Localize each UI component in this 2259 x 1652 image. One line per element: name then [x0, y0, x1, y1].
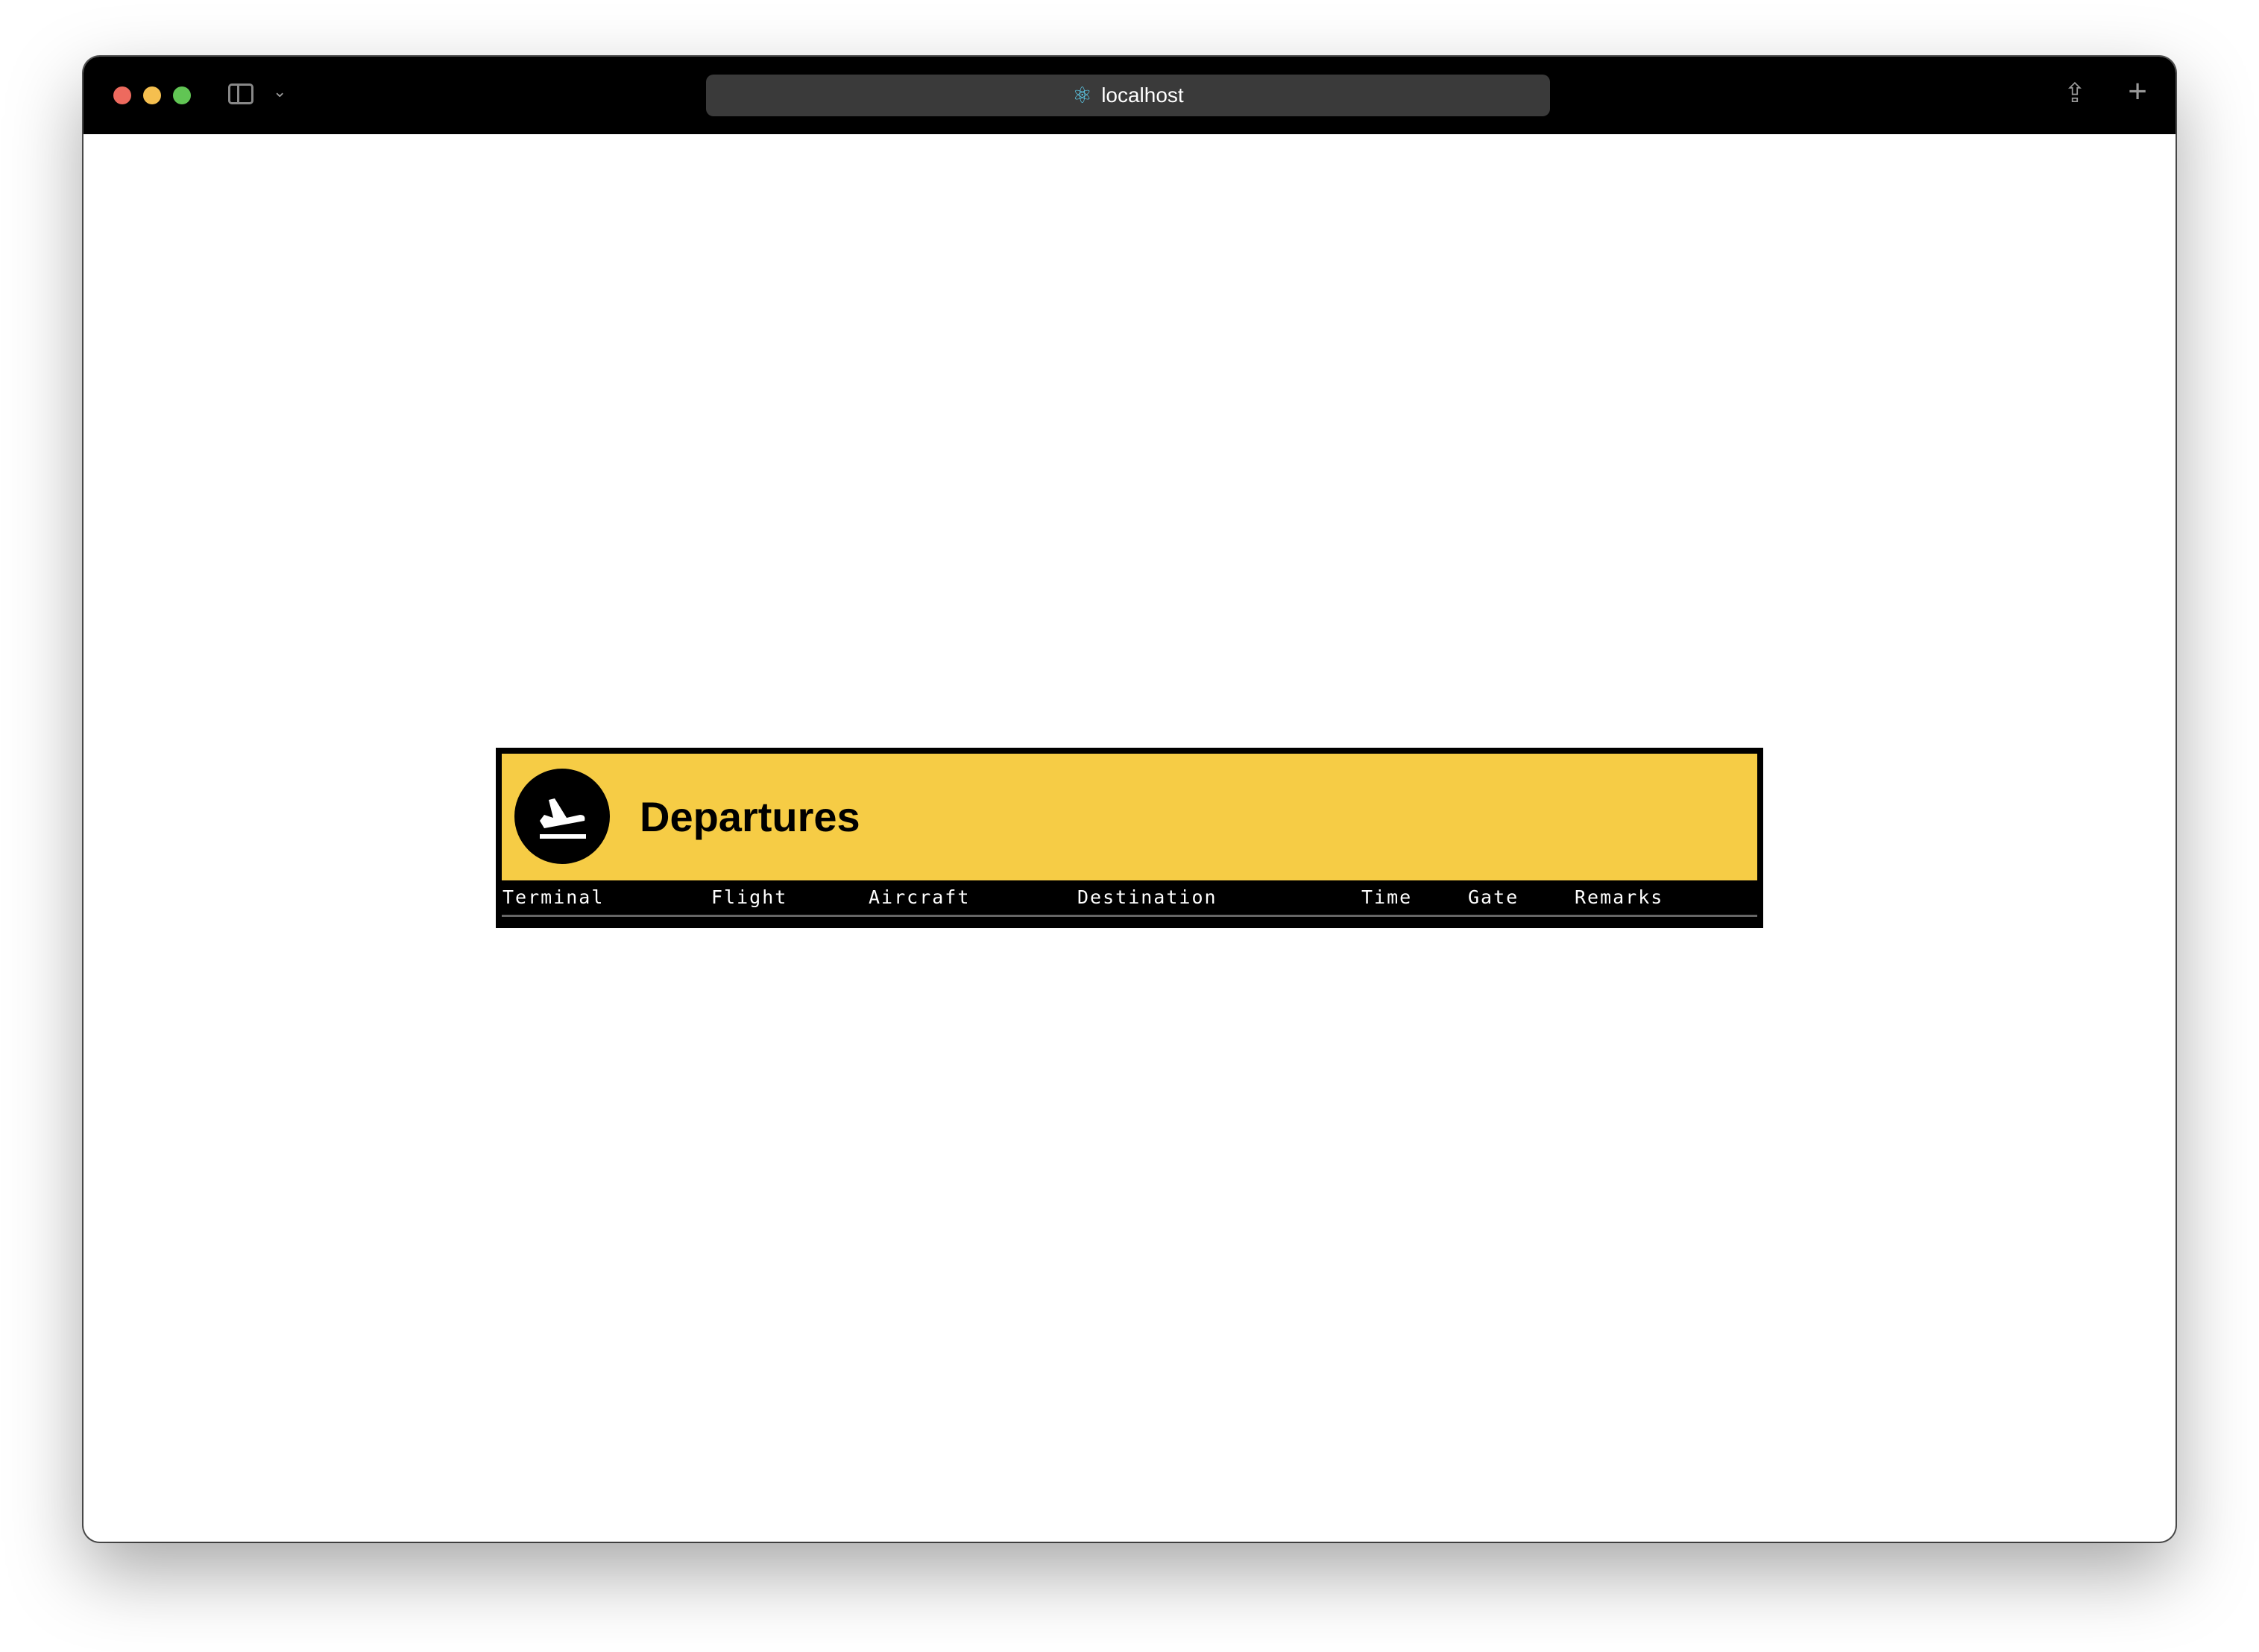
url-text: localhost — [1101, 83, 1184, 107]
address-bar[interactable]: ⚛ localhost — [706, 75, 1550, 116]
header-divider — [502, 915, 1757, 917]
react-icon: ⚛ — [1072, 83, 1093, 108]
column-destination: Destination — [1077, 886, 1217, 908]
column-time: Time — [1361, 886, 1413, 908]
airplane-departure-icon — [514, 769, 610, 864]
title-bar: ⌄ ⚛ localhost ⇪ + — [84, 57, 2175, 134]
maximize-button[interactable] — [173, 86, 191, 104]
plus-icon[interactable]: + — [2128, 73, 2147, 110]
column-gate: Gate — [1468, 886, 1519, 908]
departures-board: Departures Terminal Flight Aircraft Dest… — [496, 748, 1763, 928]
chevron-down-icon[interactable]: ⌄ — [273, 82, 286, 101]
column-flight: Flight — [711, 886, 788, 908]
browser-window: ⌄ ⚛ localhost ⇪ + Departures Terminal Fl… — [84, 57, 2175, 1542]
board-header: Departures — [502, 754, 1757, 880]
minimize-button[interactable] — [143, 86, 161, 104]
close-button[interactable] — [113, 86, 131, 104]
board-title: Departures — [640, 793, 860, 840]
column-headers: Terminal Flight Aircraft Destination Tim… — [496, 886, 1763, 913]
sidebar-icon[interactable] — [228, 83, 253, 104]
share-icon[interactable]: ⇪ — [2064, 78, 2086, 109]
column-remarks: Remarks — [1575, 886, 1664, 908]
column-terminal: Terminal — [502, 886, 605, 908]
column-aircraft: Aircraft — [869, 886, 971, 908]
